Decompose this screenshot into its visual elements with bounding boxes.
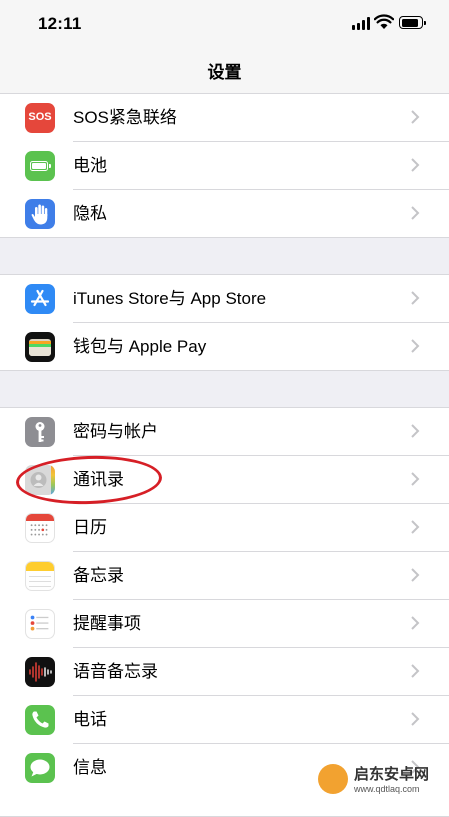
app-store-icon <box>25 284 55 314</box>
nav-bar: 设置 <box>0 48 449 94</box>
chevron-right-icon <box>411 424 420 438</box>
settings-row-label: 电话 <box>73 710 107 729</box>
key-icon <box>25 417 55 447</box>
settings-row-contacts[interactable]: 通讯录 <box>0 456 449 504</box>
wifi-icon <box>374 14 394 29</box>
watermark: 启东安卓网 www.qdtlaq.com <box>314 760 446 800</box>
battery-status-icon <box>399 16 426 29</box>
chevron-right-icon <box>411 568 420 582</box>
settings-row-wallet[interactable]: 钱包与 Apple Pay <box>0 323 449 371</box>
settings-row-label: SOS紧急联络 <box>73 108 177 127</box>
settings-row-voice-memos[interactable]: 语音备忘录 <box>0 648 449 696</box>
chevron-right-icon <box>411 712 420 726</box>
settings-row-label: 提醒事项 <box>73 614 141 633</box>
settings-row-calendar[interactable]: 日历 <box>0 504 449 552</box>
settings-row-phone[interactable]: 电话 <box>0 696 449 744</box>
settings-row-label: iTunes Store与 App Store <box>73 289 267 308</box>
settings-row-notes[interactable]: 备忘录 <box>0 552 449 600</box>
hand-icon <box>25 199 55 229</box>
chevron-right-icon <box>411 291 420 305</box>
sos-icon-text: SOS <box>28 111 52 123</box>
chevron-right-icon <box>411 158 420 172</box>
chevron-right-icon <box>411 472 420 486</box>
voice-memos-icon <box>25 657 55 687</box>
battery-icon <box>25 151 55 181</box>
chevron-right-icon <box>411 664 420 678</box>
status-time: 12:11 <box>38 14 82 33</box>
reminders-icon <box>25 609 55 639</box>
settings-row-label: 日历 <box>73 518 107 537</box>
settings-group-2: iTunes Store与 App Store 钱包与 Apple Pay <box>0 274 449 371</box>
settings-row-label: 通讯录 <box>73 470 124 489</box>
settings-group-1: SOS SOS紧急联络 电池 隐私 <box>0 93 449 238</box>
notes-icon <box>25 561 55 591</box>
watermark-url: www.qdtlaq.com <box>354 784 420 794</box>
messages-icon <box>25 753 55 783</box>
chevron-right-icon <box>411 110 420 124</box>
cellular-signal-icon <box>352 17 370 30</box>
settings-row-label: 隐私 <box>73 204 107 223</box>
sos-icon: SOS <box>25 103 55 133</box>
settings-row-battery[interactable]: 电池 <box>0 142 449 190</box>
watermark-title: 启东安卓网 <box>354 766 430 783</box>
contacts-icon <box>25 465 55 495</box>
settings-row-label: 备忘录 <box>73 566 124 585</box>
settings-row-label: 钱包与 Apple Pay <box>73 337 207 356</box>
settings-row-sos[interactable]: SOS SOS紧急联络 <box>0 94 449 142</box>
wallet-icon <box>25 332 55 362</box>
phone-icon <box>25 705 55 735</box>
settings-group-3: 密码与帐户 通讯录 日历 备忘录 提醒事项 语音备忘录 电话 信息 <box>0 407 449 817</box>
settings-row-reminders[interactable]: 提醒事项 <box>0 600 449 648</box>
settings-row-label: 语音备忘录 <box>73 662 158 681</box>
settings-row-passwords-accounts[interactable]: 密码与帐户 <box>0 408 449 456</box>
watermark-logo-icon <box>318 764 348 794</box>
settings-row-label: 信息 <box>73 758 107 777</box>
settings-row-label: 电池 <box>73 156 107 175</box>
chevron-right-icon <box>411 206 420 220</box>
page-title: 设置 <box>207 63 242 82</box>
calendar-icon <box>25 513 55 543</box>
chevron-right-icon <box>411 339 420 353</box>
settings-row-app-store[interactable]: iTunes Store与 App Store <box>0 275 449 323</box>
chevron-right-icon <box>411 616 420 630</box>
settings-row-privacy[interactable]: 隐私 <box>0 190 449 238</box>
chevron-right-icon <box>411 520 420 534</box>
settings-row-label: 密码与帐户 <box>73 422 158 441</box>
status-bar: 12:11 <box>0 0 449 48</box>
